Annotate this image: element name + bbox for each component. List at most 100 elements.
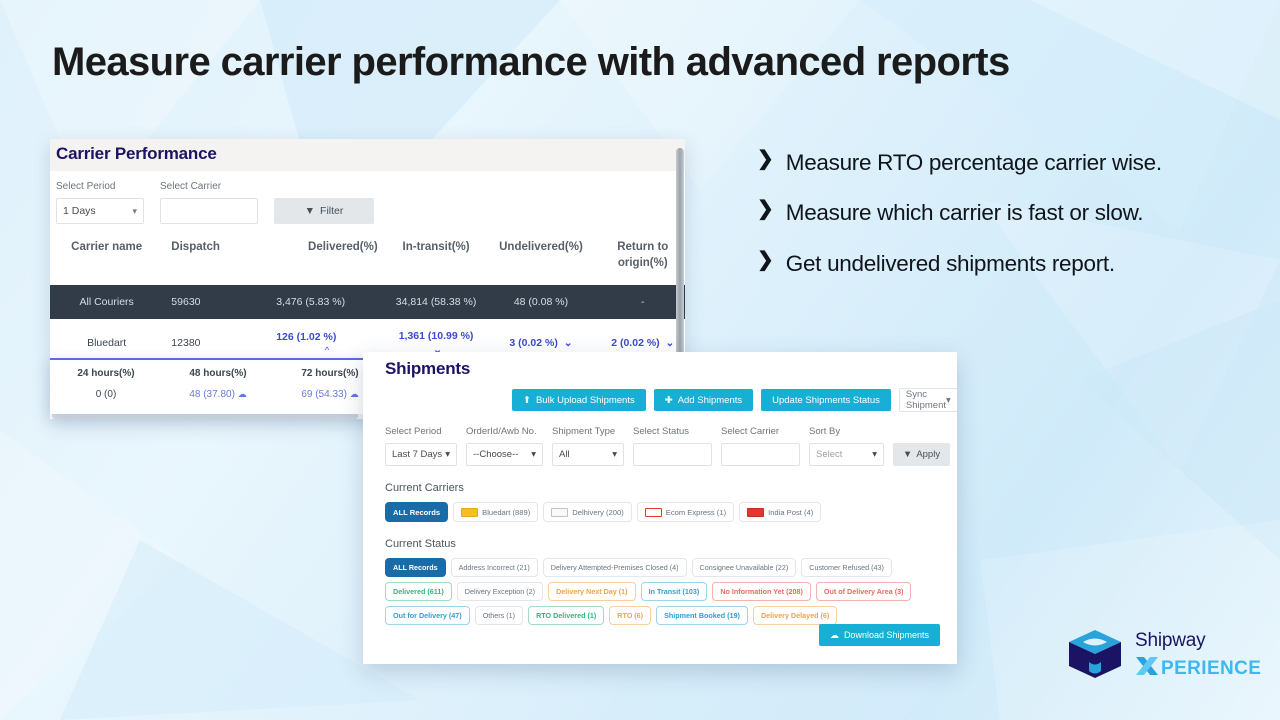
cloud-download-icon[interactable]: ☁ xyxy=(350,389,359,399)
carrier-chip-label: ALL Records xyxy=(393,507,441,517)
hours-header-row: 24 hours(%) 48 hours(%) 72 hours(%) xyxy=(50,360,386,385)
status-chip-consignee-unavailable[interactable]: Consignee Unavailable (22) xyxy=(691,558,797,577)
shipments-order-group: OrderId/Awb No. --Choose-- ▾ xyxy=(466,426,543,466)
chevron-updown-icon: ▾ xyxy=(132,205,137,216)
column-24-hours: 24 hours(%) xyxy=(77,368,135,379)
list-item: ❯ Measure which carrier is fast or slow. xyxy=(757,198,1257,227)
current-status-chip-group: ALL Records Address Incorrect (21) Deliv… xyxy=(363,558,957,625)
table-header-row: Carrier name Dispatch Delivered(%) In-tr… xyxy=(50,236,685,285)
shipway-wordmark: Shipway PERIENCE xyxy=(1135,631,1261,678)
carrier-performance-table: Carrier name Dispatch Delivered(%) In-tr… xyxy=(50,236,685,368)
list-item: ❯ Measure RTO percentage carrier wise. xyxy=(757,148,1257,177)
status-chip-address-incorrect[interactable]: Address Incorrect (21) xyxy=(450,558,538,577)
status-chip-label: Consignee Unavailable (22) xyxy=(699,563,789,572)
column-undelivered: Undelivered(%) xyxy=(499,241,583,253)
shipments-period-value: Last 7 Days xyxy=(392,449,443,460)
chevron-down-icon[interactable]: ⌄ xyxy=(663,337,675,349)
carrier-chip-delhivery[interactable]: Delhivery (200) xyxy=(543,502,632,522)
sync-shipment-label: Sync Shipment xyxy=(905,389,946,411)
delhivery-logo-icon xyxy=(551,507,569,517)
shipments-type-value: All xyxy=(559,449,570,460)
carrier-performance-filters: Select Period 1 Days ▾ Select Carrier ▼ … xyxy=(50,171,685,224)
status-chip-label: Out for Delivery (47) xyxy=(393,611,462,620)
status-chip-delivery-exception[interactable]: Delivery Exception (2) xyxy=(456,582,544,601)
cell-24-hours: 0 (0) xyxy=(95,389,117,400)
download-shipments-button[interactable]: ☁ Download Shipments xyxy=(818,624,940,646)
status-chip-label: RTO (6) xyxy=(617,611,644,620)
shipments-carrier-input[interactable] xyxy=(721,443,800,466)
carrier-chip-label: Bluedart (889) xyxy=(482,507,531,517)
status-chip-shipment-booked[interactable]: Shipment Booked (19) xyxy=(656,606,748,625)
bulk-upload-shipments-button[interactable]: ⬆ Bulk Upload Shipments xyxy=(512,389,646,411)
cloud-download-icon[interactable]: ☁ xyxy=(238,389,247,399)
plus-icon: ✚ xyxy=(664,394,673,406)
shipments-sort-dropdown[interactable]: Select ▾ xyxy=(809,443,884,466)
filter-button[interactable]: ▼ Filter xyxy=(274,198,374,224)
status-chip-in-transit[interactable]: In Transit (103) xyxy=(640,582,708,601)
carrier-chip-ecom-express[interactable]: Ecom Express (1) xyxy=(636,502,735,522)
status-chip-delivery-delayed[interactable]: Delivery Delayed (6) xyxy=(752,606,838,625)
select-period-dropdown[interactable]: 1 Days ▾ xyxy=(56,198,144,224)
carrier-chip-india-post[interactable]: India Post (4) xyxy=(739,502,822,522)
cell-48-hours[interactable]: 48 (37.80) ☁ xyxy=(162,385,274,408)
status-chip-label: In Transit (103) xyxy=(648,587,700,596)
status-chip-rto[interactable]: RTO (6) xyxy=(609,606,652,625)
column-dispatch: Dispatch xyxy=(171,241,220,253)
shipments-status-input[interactable] xyxy=(633,443,712,466)
status-chip-delivered[interactable]: Delivered (611) xyxy=(385,582,452,601)
carrier-chip-all-records[interactable]: ALL Records xyxy=(385,502,449,522)
cell-delivered-value: 126 (1.02 %) xyxy=(276,331,337,344)
india-post-logo-icon xyxy=(747,507,765,517)
status-chip-label: Delivery Delayed (6) xyxy=(760,611,830,620)
status-chip-others[interactable]: Others (1) xyxy=(474,606,524,625)
select-carrier-group: Select Carrier xyxy=(160,181,258,224)
shipments-sort-value: Select xyxy=(816,449,843,460)
filter-icon: ▼ xyxy=(304,205,316,217)
ecom-express-logo-icon xyxy=(644,507,662,517)
status-chip-customer-refused[interactable]: Customer Refused (43) xyxy=(801,558,892,577)
status-chip-label: Delivered (611) xyxy=(393,587,444,596)
status-chip-out-of-delivery-area[interactable]: Out of Delivery Area (3) xyxy=(815,582,912,601)
cell-72-hours-value: 69 (54.33) xyxy=(301,389,347,400)
select-carrier-input[interactable] xyxy=(160,198,258,224)
status-chip-label: Customer Refused (43) xyxy=(809,563,884,572)
feature-bullet-list: ❯ Measure RTO percentage carrier wise. ❯… xyxy=(757,148,1257,299)
status-chip-rto-delivered[interactable]: RTO Delivered (1) xyxy=(528,606,605,625)
x-mark-icon xyxy=(1136,656,1158,675)
status-chip-label: Delivery Exception (2) xyxy=(464,587,536,596)
status-chip-delivery-next-day[interactable]: Delivery Next Day (1) xyxy=(548,582,636,601)
carrier-chip-bluedart[interactable]: Bluedart (889) xyxy=(453,502,539,522)
shipway-logo: Shipway PERIENCE xyxy=(1063,622,1261,686)
shipments-type-dropdown[interactable]: All ▾ xyxy=(552,443,624,466)
shipments-order-label: OrderId/Awb No. xyxy=(466,426,537,437)
update-shipments-status-button[interactable]: Update Shipments Status xyxy=(761,389,891,411)
chevron-down-icon[interactable]: ⌄ xyxy=(561,337,573,349)
select-period-value: 1 Days xyxy=(63,205,96,217)
status-chip-delivery-attempted-premises-closed[interactable]: Delivery Attempted-Premises Closed (4) xyxy=(542,558,687,577)
status-chip-all-records[interactable]: ALL Records xyxy=(385,558,446,577)
select-period-label: Select Period xyxy=(56,181,116,192)
shipments-title: Shipments xyxy=(385,359,471,378)
shipments-sort-label: Sort By xyxy=(809,426,841,437)
shipments-carrier-label: Select Carrier xyxy=(721,426,780,437)
column-delivered: Delivered(%) xyxy=(308,241,378,253)
apply-button[interactable]: ▼ Apply xyxy=(893,443,950,466)
cell-carrier-name: All Couriers xyxy=(79,296,134,309)
column-in-transit: In-transit(%) xyxy=(402,241,470,253)
status-chip-label: RTO Delivered (1) xyxy=(536,611,597,620)
carrier-performance-scrollbar[interactable] xyxy=(676,148,684,364)
shipments-action-bar: ⬆ Bulk Upload Shipments ✚ Add Shipments … xyxy=(363,379,957,412)
shipments-order-dropdown[interactable]: --Choose-- ▾ xyxy=(466,443,543,466)
shipments-period-dropdown[interactable]: Last 7 Days ▾ xyxy=(385,443,457,466)
status-chip-out-for-delivery[interactable]: Out for Delivery (47) xyxy=(385,606,470,625)
sync-shipment-dropdown[interactable]: Sync Shipment ▾ xyxy=(898,388,957,412)
select-period-group: Select Period 1 Days ▾ xyxy=(56,181,144,224)
status-chip-label: No Information Yet (208) xyxy=(720,587,803,596)
cell-undelivered: 48 (0.08 %) xyxy=(513,296,569,309)
add-shipments-button[interactable]: ✚ Add Shipments xyxy=(653,389,754,411)
table-row[interactable]: All Couriers 59630 3,476 (5.83 %) 34,814… xyxy=(50,285,685,320)
status-chip-no-information-yet[interactable]: No Information Yet (208) xyxy=(712,582,811,601)
bullet-text: Measure RTO percentage carrier wise. xyxy=(785,150,1162,175)
carrier-performance-title: Carrier Performance xyxy=(56,144,217,163)
filter-icon: ▼ xyxy=(902,449,913,460)
